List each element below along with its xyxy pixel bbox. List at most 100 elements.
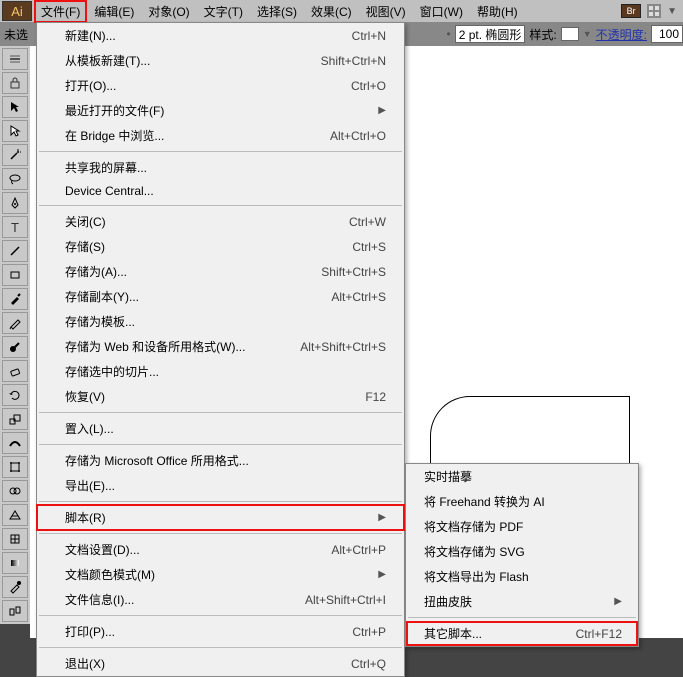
menu-item-label: 存储选中的切片... (65, 363, 159, 380)
submenu-arrow-icon: ▶ (378, 105, 386, 116)
menu-window[interactable]: 窗口(W) (413, 0, 470, 23)
menu-item[interactable]: 恢复(V)F12 (37, 384, 404, 409)
menu-item-label: 文档颜色模式(M) (65, 566, 155, 583)
free-transform-tool-icon[interactable] (2, 456, 28, 478)
opacity-label-link[interactable]: 不透明度: (596, 26, 647, 43)
scale-tool-icon[interactable] (2, 408, 28, 430)
submenu-item[interactable]: 扭曲皮肤▶ (406, 589, 638, 614)
menu-object[interactable]: 对象(O) (141, 0, 196, 23)
mesh-tool-icon[interactable] (2, 528, 28, 550)
menu-item[interactable]: 存储为 Web 和设备所用格式(W)...Alt+Shift+Ctrl+S (37, 334, 404, 359)
menu-effect[interactable]: 效果(C) (304, 0, 359, 23)
rectangle-tool-icon[interactable] (2, 264, 28, 286)
blend-tool-icon[interactable] (2, 600, 28, 622)
bullet-icon: • (447, 27, 451, 41)
menu-item[interactable]: 文档颜色模式(M)▶ (37, 562, 404, 587)
menu-item[interactable]: 最近打开的文件(F) ▶ (37, 98, 404, 123)
menu-item[interactable]: 退出(X)Ctrl+Q (37, 651, 404, 676)
submenu-item[interactable]: 将 Freehand 转换为 AI (406, 489, 638, 514)
type-tool-icon[interactable]: T (2, 216, 28, 238)
submenu-item[interactable]: 将文档导出为 Flash (406, 564, 638, 589)
style-dropdown-icon[interactable]: ▼ (583, 29, 592, 39)
dropdown-arrow-icon[interactable]: ▼ (667, 6, 677, 17)
menu-item[interactable]: 共享我的屏幕... (37, 155, 404, 180)
menu-item[interactable]: 存储选中的切片... (37, 359, 404, 384)
pen-tool-icon[interactable] (2, 192, 28, 214)
selection-tool-icon[interactable] (2, 96, 28, 118)
menu-type[interactable]: 文字(T) (197, 0, 250, 23)
menu-item-label: 导出(E)... (65, 477, 115, 494)
direct-selection-tool-icon[interactable] (2, 120, 28, 142)
menu-item[interactable]: 存储为 Microsoft Office 所用格式... (37, 448, 404, 473)
width-tool-icon[interactable] (2, 432, 28, 454)
bridge-badge-icon[interactable]: Br (621, 4, 641, 18)
menu-item[interactable]: 在 Bridge 中浏览...Alt+Ctrl+O (37, 123, 404, 148)
menu-item[interactable]: 存储(S)Ctrl+S (37, 234, 404, 259)
submenu-item-label: 将文档导出为 Flash (424, 568, 529, 585)
menu-item-label: 存储(S) (65, 238, 105, 255)
shape-builder-tool-icon[interactable] (2, 480, 28, 502)
menu-item-label: Device Central... (65, 184, 154, 198)
paintbrush-tool-icon[interactable] (2, 288, 28, 310)
magic-wand-tool-icon[interactable] (2, 144, 28, 166)
menu-separator (39, 444, 402, 445)
menu-item[interactable]: 文件信息(I)...Alt+Shift+Ctrl+I (37, 587, 404, 612)
menu-item[interactable]: 存储副本(Y)...Alt+Ctrl+S (37, 284, 404, 309)
menu-item[interactable]: 新建(N)...Ctrl+N (37, 23, 404, 48)
menu-item[interactable]: 脚本(R)▶ (37, 505, 404, 530)
menu-item[interactable]: 从模板新建(T)...Shift+Ctrl+N (37, 48, 404, 73)
menu-item-label: 置入(L)... (65, 420, 114, 437)
opacity-value-field[interactable]: 100 (651, 25, 683, 43)
menu-separator (39, 615, 402, 616)
menu-item[interactable]: 导出(E)... (37, 473, 404, 498)
menu-help[interactable]: 帮助(H) (470, 0, 525, 23)
menu-select[interactable]: 选择(S) (250, 0, 304, 23)
menu-item-label: 在 Bridge 中浏览... (65, 127, 164, 144)
menu-item-label: 存储为(A)... (65, 263, 127, 280)
perspective-grid-tool-icon[interactable] (2, 504, 28, 526)
style-label: 样式: (529, 26, 556, 43)
menu-item[interactable]: 打开(O)...Ctrl+O (37, 73, 404, 98)
blob-brush-tool-icon[interactable] (2, 336, 28, 358)
menu-shortcut: Ctrl+P (352, 625, 386, 639)
submenu-item[interactable]: 将文档存储为 PDF (406, 514, 638, 539)
menu-item-label: 存储为 Web 和设备所用格式(W)... (65, 338, 245, 355)
selection-status-label: 未选 (4, 26, 28, 43)
grip-icon[interactable] (2, 48, 28, 70)
menu-shortcut: Alt+Ctrl+S (331, 290, 386, 304)
pencil-tool-icon[interactable] (2, 312, 28, 334)
menu-item-label: 最近打开的文件(F) (65, 102, 164, 119)
submenu-item[interactable]: 实时描摹 (406, 464, 638, 489)
rotate-tool-icon[interactable] (2, 384, 28, 406)
line-tool-icon[interactable] (2, 240, 28, 262)
eyedropper-tool-icon[interactable] (2, 576, 28, 598)
stroke-profile-field[interactable]: 2 pt. 椭圆形 (455, 25, 526, 43)
menu-shortcut: Ctrl+W (349, 215, 386, 229)
menu-separator (39, 151, 402, 152)
menu-item-label: 退出(X) (65, 655, 105, 672)
submenu-item-label: 扭曲皮肤 (424, 593, 472, 610)
menu-item[interactable]: 文档设置(D)...Alt+Ctrl+P (37, 537, 404, 562)
gradient-tool-icon[interactable] (2, 552, 28, 574)
menu-item[interactable]: Device Central... (37, 180, 404, 202)
menu-item-label: 脚本(R) (65, 509, 106, 526)
menu-item[interactable]: 存储为(A)...Shift+Ctrl+S (37, 259, 404, 284)
submenu-item[interactable]: 其它脚本...Ctrl+F12 (406, 621, 638, 646)
menu-item[interactable]: 存储为模板... (37, 309, 404, 334)
menu-item-label: 打开(O)... (65, 77, 116, 94)
style-swatch[interactable] (561, 27, 579, 41)
menu-item[interactable]: 关闭(C)Ctrl+W (37, 209, 404, 234)
lock-icon[interactable] (2, 72, 28, 94)
lasso-tool-icon[interactable] (2, 168, 28, 190)
submenu-item-label: 将文档存储为 PDF (424, 518, 523, 535)
menu-item[interactable]: 打印(P)...Ctrl+P (37, 619, 404, 644)
menu-file[interactable]: 文件(F) (34, 0, 87, 23)
arrange-documents-icon[interactable] (647, 4, 661, 18)
submenu-item-label: 实时描摹 (424, 468, 472, 485)
eraser-tool-icon[interactable] (2, 360, 28, 382)
submenu-item[interactable]: 将文档存储为 SVG (406, 539, 638, 564)
menu-item[interactable]: 置入(L)... (37, 416, 404, 441)
menu-view[interactable]: 视图(V) (359, 0, 413, 23)
menu-edit[interactable]: 编辑(E) (87, 0, 141, 23)
menubar: Ai 文件(F) 编辑(E) 对象(O) 文字(T) 选择(S) 效果(C) 视… (0, 0, 683, 22)
